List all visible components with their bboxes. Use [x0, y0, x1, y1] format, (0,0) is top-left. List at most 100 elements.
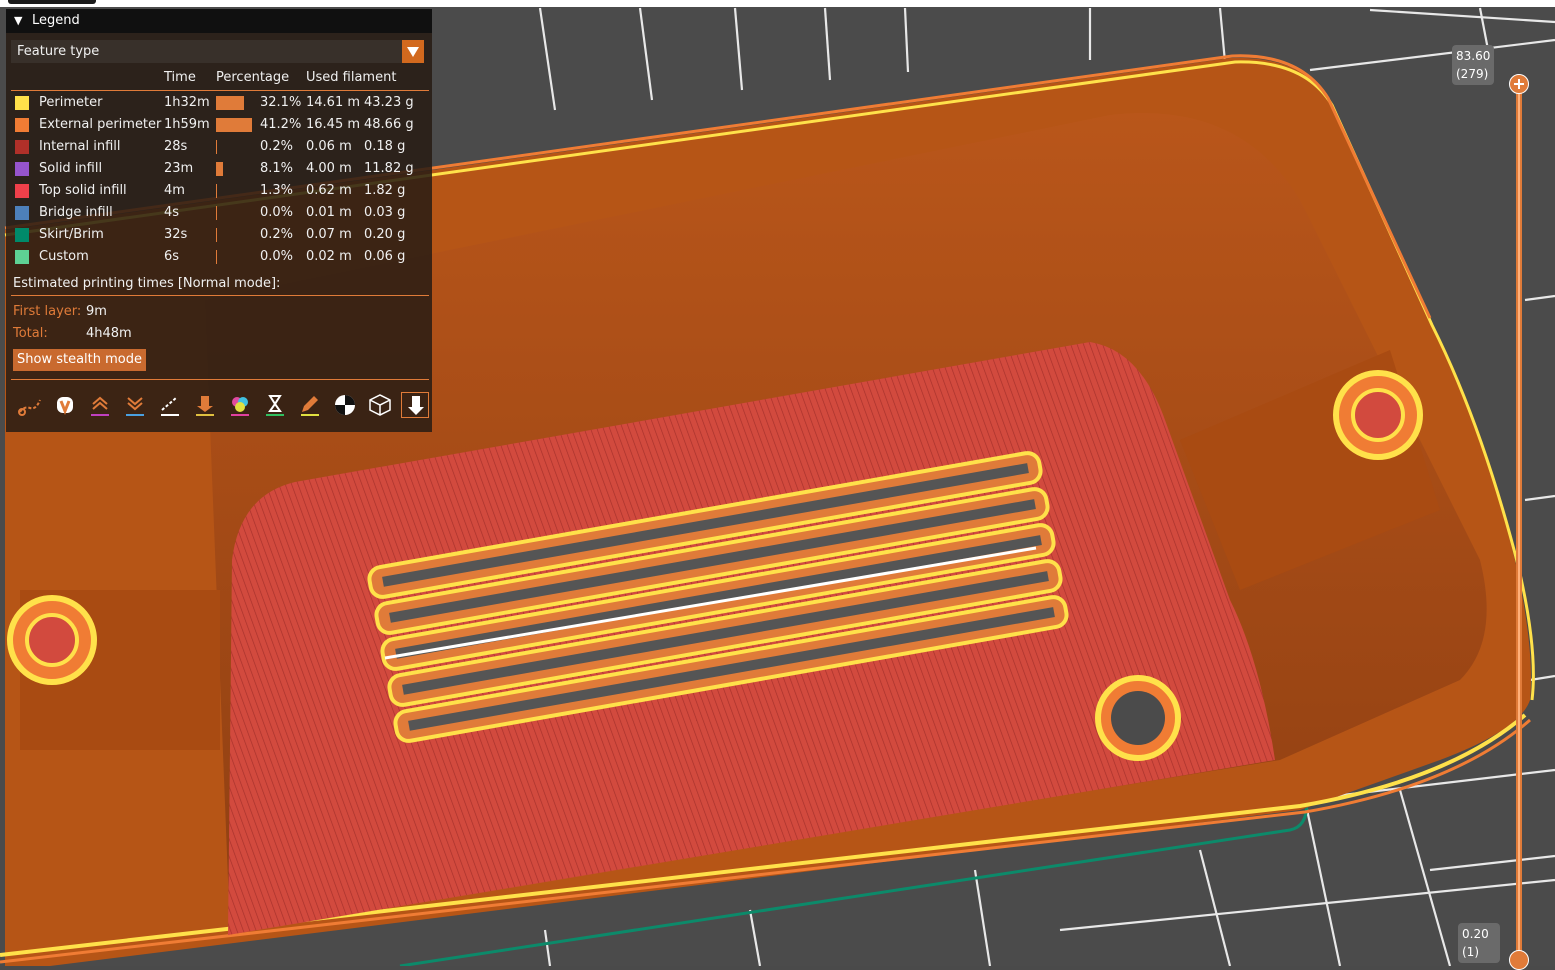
total-label: Total: — [13, 326, 48, 341]
feature-percent: 0.0% — [260, 205, 294, 220]
feature-time: 23m — [164, 161, 194, 176]
custom-gcodes-icon[interactable] — [296, 392, 324, 418]
slider-top-value: 83.60 — [1456, 49, 1491, 63]
layer-slider-range — [1518, 92, 1520, 952]
first-layer-label: First layer: — [13, 304, 82, 319]
slider-bottom-thumb[interactable] — [1509, 950, 1529, 970]
col-percentage-header: Percentage — [216, 70, 290, 85]
show-stealth-mode-button[interactable]: Show stealth mode — [13, 349, 146, 371]
deretractions-icon[interactable] — [121, 392, 149, 418]
feature-weight: 48.66 g — [364, 117, 414, 132]
feature-time: 1h59m — [164, 117, 210, 132]
tool-marker-icon[interactable] — [401, 392, 429, 418]
feature-percent: 0.2% — [260, 227, 294, 242]
slider-bottom-layer: (1) — [1462, 945, 1479, 959]
estimated-times-title: Estimated printing times [Normal mode]: — [13, 276, 281, 291]
color-swatch — [15, 140, 29, 154]
feature-time: 6s — [164, 249, 180, 264]
feature-row[interactable]: Custom 6s 0.0% 0.02 m 0.06 g — [6, 247, 432, 269]
view-type-value: Feature type — [17, 44, 100, 59]
seams-icon[interactable] — [156, 392, 184, 418]
feature-row[interactable]: Perimeter 1h32m 32.1% 14.61 m 43.23 g — [6, 93, 432, 115]
feature-row[interactable]: Top solid infill 4m 1.3% 0.62 m 1.82 g — [6, 181, 432, 203]
color-swatch — [15, 250, 29, 264]
retractions-icon[interactable] — [86, 392, 114, 418]
feature-name: Internal infill — [39, 139, 121, 154]
view-type-combo[interactable]: Feature type — [11, 40, 404, 63]
round-hole — [1095, 675, 1181, 761]
feature-row[interactable]: External perimeter 1h59m 41.2% 16.45 m 48.66… — [6, 115, 432, 137]
feature-name: External perimeter — [39, 117, 162, 132]
feature-length: 4.00 m — [306, 161, 352, 176]
legend-panel: ▼ Legend Feature type Time Percentage Us… — [6, 9, 432, 432]
feature-name: Skirt/Brim — [39, 227, 104, 242]
options-toolbar — [12, 390, 429, 420]
feature-length: 0.62 m — [306, 183, 352, 198]
center-of-gravity-icon[interactable] — [331, 392, 359, 418]
feature-weight: 43.23 g — [364, 95, 414, 110]
tool-changes-icon[interactable] — [191, 392, 219, 418]
feature-weight: 1.82 g — [364, 183, 406, 198]
feature-percent: 0.2% — [260, 139, 294, 154]
total-value: 4h48m — [86, 326, 132, 341]
feature-name: Perimeter — [39, 95, 103, 110]
pause-prints-icon[interactable] — [261, 392, 289, 418]
legend-title: Legend — [32, 13, 80, 28]
wipe-icon[interactable] — [51, 392, 79, 418]
feature-percent: 32.1% — [260, 95, 302, 110]
feature-length: 0.01 m — [306, 205, 352, 220]
divider — [11, 90, 429, 91]
feature-weight: 0.06 g — [364, 249, 406, 264]
color-swatch — [15, 184, 29, 198]
feature-name: Solid infill — [39, 161, 103, 176]
percentage-bar — [216, 118, 252, 132]
feature-percent: 0.0% — [260, 249, 294, 264]
percentage-bar — [216, 184, 217, 198]
slider-top-layer: (279) — [1456, 67, 1489, 81]
slider-top-label: 83.60 (279) — [1452, 45, 1494, 85]
color-swatch — [15, 228, 29, 242]
feature-weight: 0.03 g — [364, 205, 406, 220]
feature-length: 14.61 m — [306, 95, 361, 110]
feature-length: 0.06 m — [306, 139, 352, 154]
color-changes-icon[interactable] — [226, 392, 254, 418]
slider-bottom-label: 0.20 (1) — [1458, 923, 1500, 963]
feature-weight: 0.20 g — [364, 227, 406, 242]
color-swatch — [15, 162, 29, 176]
feature-length: 16.45 m — [306, 117, 361, 132]
feature-percent: 1.3% — [260, 183, 294, 198]
color-swatch — [15, 118, 29, 132]
percentage-bar — [216, 140, 217, 154]
feature-weight: 11.82 g — [364, 161, 414, 176]
feature-percent: 41.2% — [260, 117, 302, 132]
divider — [11, 295, 429, 296]
slider-top-thumb[interactable] — [1509, 74, 1529, 94]
feature-weight: 0.18 g — [364, 139, 406, 154]
divider — [11, 379, 429, 380]
color-swatch — [15, 206, 29, 220]
feature-time: 28s — [164, 139, 188, 154]
collapse-triangle-icon[interactable]: ▼ — [14, 14, 22, 27]
feature-row[interactable]: Internal infill 28s 0.2% 0.06 m 0.18 g — [6, 137, 432, 159]
chevron-down-icon[interactable] — [402, 40, 424, 63]
feature-name: Bridge infill — [39, 205, 113, 220]
feature-time: 4s — [164, 205, 180, 220]
feature-time: 32s — [164, 227, 188, 242]
window-tab[interactable] — [8, 0, 96, 4]
window-top-strip — [0, 0, 1555, 7]
travel-icon[interactable] — [16, 392, 44, 418]
feature-row[interactable]: Solid infill 23m 8.1% 4.00 m 11.82 g — [6, 159, 432, 181]
feature-row[interactable]: Skirt/Brim 32s 0.2% 0.07 m 0.20 g — [6, 225, 432, 247]
shells-icon[interactable] — [366, 392, 394, 418]
col-used-filament-header: Used filament — [306, 70, 397, 85]
feature-time: 1h32m — [164, 95, 210, 110]
feature-row[interactable]: Bridge infill 4s 0.0% 0.01 m 0.03 g — [6, 203, 432, 225]
feature-length: 0.02 m — [306, 249, 352, 264]
first-layer-value: 9m — [86, 304, 107, 319]
feature-name: Custom — [39, 249, 89, 264]
percentage-bar — [216, 206, 217, 220]
legend-header[interactable]: ▼ Legend — [6, 9, 432, 33]
feature-name: Top solid infill — [39, 183, 127, 198]
feature-length: 0.07 m — [306, 227, 352, 242]
color-swatch — [15, 96, 29, 110]
